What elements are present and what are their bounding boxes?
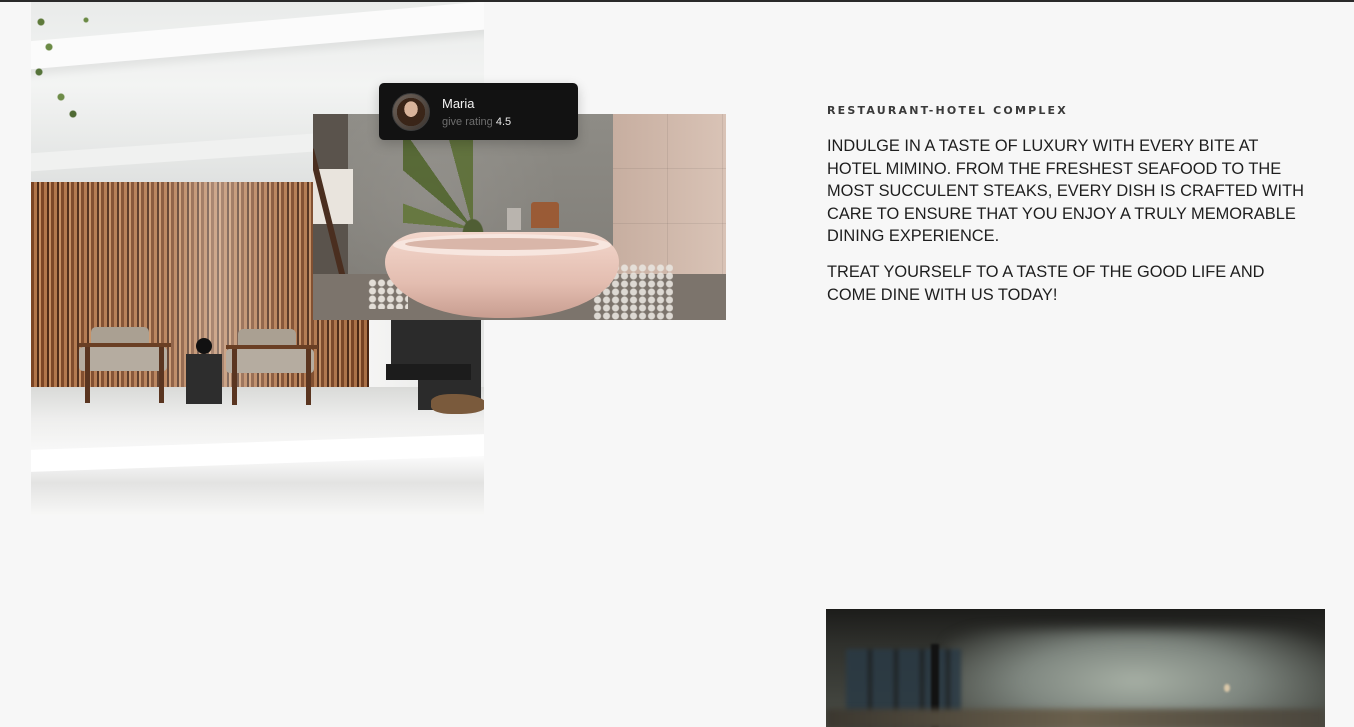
cta-paragraph: TREAT YOURSELF TO A TASTE OF THE GOOD LI… [827,263,1265,304]
section-eyebrow: RESTAURANT-HOTEL COMPLEX [827,104,1068,117]
side-table [186,354,222,404]
reviewer-name: Maria [442,96,475,111]
avatar [392,92,430,131]
rating-value: 4.5 [495,116,512,128]
intro-paragraph: INDULGE IN A TASTE OF LUXURY WITH EVERY … [827,137,1304,246]
review-info: Maria give rating 4.5 [442,95,511,128]
bathroom-photo [313,114,726,320]
rating-label: give rating [442,116,493,128]
plant-leaves [31,2,91,122]
palm-plant [403,134,543,234]
rating-line: give rating 4.5 [442,117,511,128]
review-card: Maria give rating 4.5 [379,83,578,140]
dining-photo [826,609,1325,727]
